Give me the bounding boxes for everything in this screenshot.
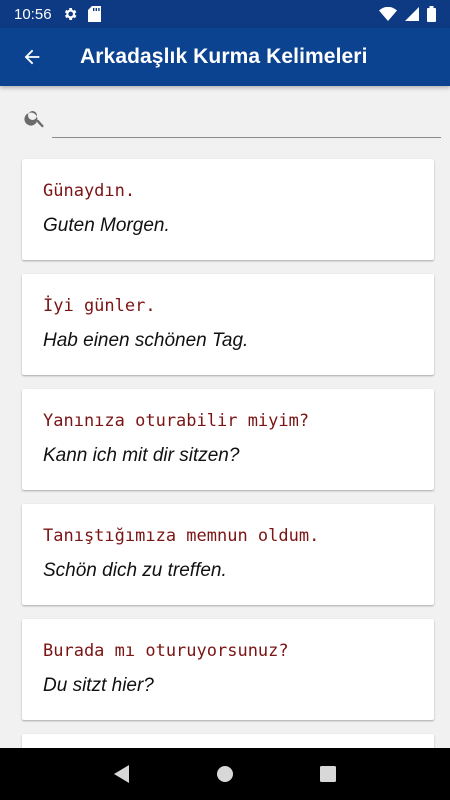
search-bar xyxy=(0,96,450,146)
phrase-german: Du sitzt hier? xyxy=(43,675,154,696)
system-nav-bar xyxy=(0,748,450,800)
phrase-turkish: Burada mı oturuyorsunuz? xyxy=(43,641,289,661)
nav-recents-button[interactable] xyxy=(308,754,348,794)
recents-square-icon xyxy=(320,766,337,782)
list-item[interactable]: İyi günler. Hab einen schönen Tag. xyxy=(22,274,434,375)
battery-icon xyxy=(427,6,436,22)
back-triangle-icon xyxy=(113,765,129,783)
home-circle-icon xyxy=(216,766,233,782)
search-input[interactable] xyxy=(52,102,441,138)
phrase-turkish: Yanınıza oturabilir miyim? xyxy=(43,411,310,431)
page-title: Arkadaşlık Kurma Kelimeleri xyxy=(80,45,368,68)
phrase-german: Kann ich mit dir sitzen? xyxy=(43,445,240,466)
phrase-german: Schön dich zu treffen. xyxy=(43,560,227,581)
phrase-list: Günaydın. Guten Morgen. İyi günler. Hab … xyxy=(22,159,434,764)
phrase-german: Guten Morgen. xyxy=(43,215,170,236)
sd-card-icon xyxy=(87,6,101,22)
list-item[interactable]: Günaydın. Guten Morgen. xyxy=(22,159,434,260)
list-item[interactable]: Burada mı oturuyorsunuz? Du sitzt hier? xyxy=(22,619,434,720)
wifi-icon xyxy=(379,7,397,21)
nav-back-button[interactable] xyxy=(102,754,142,794)
phrase-turkish: Günaydın. xyxy=(43,181,136,201)
phrase-turkish: Tanıştığımıza memnun oldum. xyxy=(43,526,320,546)
nav-home-button[interactable] xyxy=(205,754,245,794)
status-bar: 10:56 xyxy=(0,0,450,28)
back-button[interactable] xyxy=(4,28,60,86)
app-bar: Arkadaşlık Kurma Kelimeleri xyxy=(0,28,450,86)
list-item[interactable]: Yanınıza oturabilir miyim? Kann ich mit … xyxy=(22,389,434,490)
phrase-turkish: İyi günler. xyxy=(43,296,156,316)
search-icon xyxy=(23,106,47,135)
status-time: 10:56 xyxy=(14,5,52,23)
settings-icon xyxy=(62,6,78,22)
list-item[interactable]: Tanıştığımıza memnun oldum. Schön dich z… xyxy=(22,504,434,605)
phrase-german: Hab einen schönen Tag. xyxy=(43,330,249,351)
arrow-back-icon xyxy=(24,49,40,65)
signal-icon xyxy=(405,7,419,21)
